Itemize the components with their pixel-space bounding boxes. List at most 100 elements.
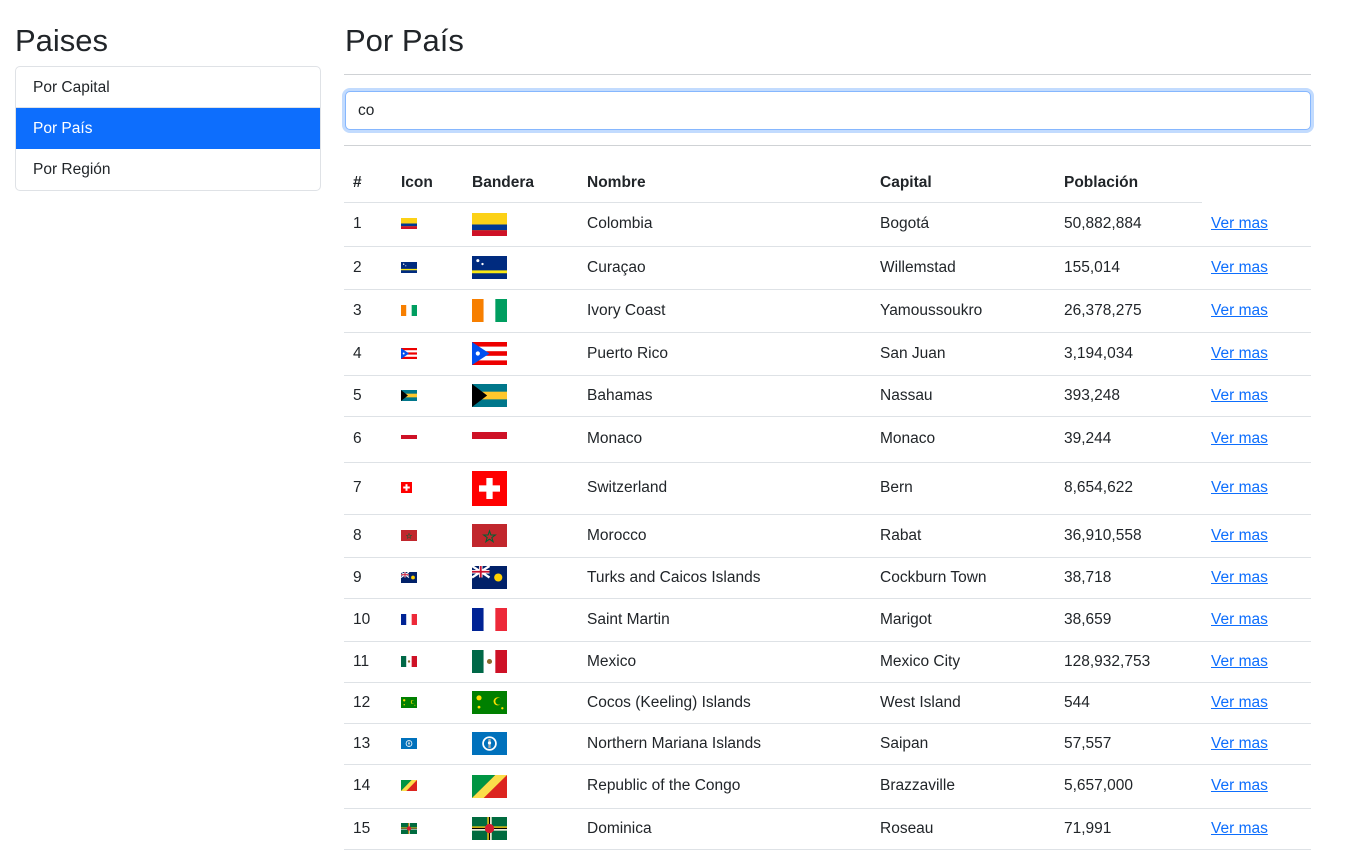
row-population: 50,882,884 — [1055, 202, 1202, 247]
row-population: 3,194,034 — [1055, 332, 1202, 376]
row-icon — [392, 332, 463, 376]
sidebar-item-por-pais[interactable]: Por País — [16, 108, 320, 149]
row-country-name: Monaco — [578, 416, 871, 463]
table-row: 11 Mexico Mexico City 128,932,753 Ver mas — [344, 641, 1311, 683]
row-flag — [463, 598, 578, 642]
table-row: 3 Ivory Coast Yamoussoukro 26,378,275 Ver ma… — [344, 289, 1311, 333]
cocos-flag-icon — [401, 696, 417, 708]
ivory-coast-flag-icon — [401, 304, 417, 316]
morocco-flag-icon — [401, 529, 417, 541]
row-flag — [463, 723, 578, 765]
divider-top — [344, 74, 1311, 75]
table-row: 1 Colombia Bogotá 50,882,884 Ver mas — [344, 202, 1311, 247]
row-population: 393,248 — [1055, 375, 1202, 417]
table-row: 13 Northern Mariana Islands Saipan 57,557 Ve… — [344, 723, 1311, 765]
table-row: 7 Switzerland Bern 8,654,622 Ver mas — [344, 462, 1311, 515]
row-population: 38,718 — [1055, 557, 1202, 599]
ver-mas-link[interactable]: Ver mas — [1211, 777, 1268, 794]
header-number: # — [344, 164, 392, 203]
row-capital: Bern — [871, 462, 1055, 515]
ver-mas-link[interactable]: Ver mas — [1211, 820, 1268, 837]
row-flag — [463, 641, 578, 683]
row-capital: Willemstad — [871, 246, 1055, 290]
ver-mas-link[interactable]: Ver mas — [1211, 569, 1268, 586]
row-flag — [463, 416, 578, 463]
row-action: Ver mas — [1202, 514, 1311, 558]
morocco-flag-image — [472, 524, 507, 547]
row-flag — [463, 375, 578, 417]
colombia-flag-image — [472, 212, 507, 236]
row-number: 10 — [344, 598, 392, 642]
ver-mas-link[interactable]: Ver mas — [1211, 345, 1268, 362]
row-number: 1 — [344, 202, 392, 247]
row-population: 36,910,558 — [1055, 514, 1202, 558]
row-action: Ver mas — [1202, 202, 1311, 247]
ver-mas-link[interactable]: Ver mas — [1211, 694, 1268, 711]
row-country-name: Ivory Coast — [578, 289, 871, 333]
ver-mas-link[interactable]: Ver mas — [1211, 653, 1268, 670]
row-number: 9 — [344, 557, 392, 599]
row-number: 6 — [344, 416, 392, 463]
ver-mas-link[interactable]: Ver mas — [1211, 387, 1268, 404]
table-row: 5 Bahamas Nassau 393,248 Ver mas — [344, 375, 1311, 417]
header-nombre: Nombre — [578, 164, 871, 203]
row-action: Ver mas — [1202, 557, 1311, 599]
ver-mas-link[interactable]: Ver mas — [1211, 259, 1268, 276]
table-row: 8 Morocco Rabat 36,910,558 Ver mas — [344, 514, 1311, 558]
row-number: 5 — [344, 375, 392, 417]
ver-mas-link[interactable]: Ver mas — [1211, 735, 1268, 752]
table-row: 15 Dominica Roseau 71,991 Ver mas — [344, 808, 1311, 850]
row-flag — [463, 202, 578, 247]
row-capital: Cockburn Town — [871, 557, 1055, 599]
dominica-flag-image — [472, 817, 507, 840]
divider-bottom — [344, 145, 1311, 146]
monaco-flag-icon — [401, 434, 417, 443]
row-action: Ver mas — [1202, 598, 1311, 642]
saint-martin-flag-image — [472, 608, 507, 631]
ver-mas-link[interactable]: Ver mas — [1211, 302, 1268, 319]
congo-flag-image — [472, 774, 507, 798]
header-bandera: Bandera — [463, 164, 578, 203]
row-country-name: Northern Mariana Islands — [578, 723, 871, 765]
row-population: 71,991 — [1055, 808, 1202, 850]
row-capital: Rabat — [871, 514, 1055, 558]
ver-mas-link[interactable]: Ver mas — [1211, 215, 1268, 232]
countries-table: # Icon Bandera Nombre Capital Población … — [344, 164, 1311, 850]
row-number: 14 — [344, 764, 392, 809]
ver-mas-link[interactable]: Ver mas — [1211, 430, 1268, 447]
cocos-flag-image — [472, 691, 507, 714]
row-action: Ver mas — [1202, 462, 1311, 515]
row-icon — [392, 723, 463, 765]
row-action: Ver mas — [1202, 289, 1311, 333]
sidebar-item-por-capital[interactable]: Por Capital — [16, 67, 320, 108]
row-population: 8,654,622 — [1055, 462, 1202, 515]
search-input[interactable] — [345, 91, 1311, 130]
ver-mas-link[interactable]: Ver mas — [1211, 527, 1268, 544]
row-icon — [392, 202, 463, 247]
mexico-flag-icon — [401, 655, 417, 667]
sidebar-item-por-region[interactable]: Por Región — [16, 149, 320, 190]
row-flag — [463, 682, 578, 724]
row-country-name: Bahamas — [578, 375, 871, 417]
ver-mas-link[interactable]: Ver mas — [1211, 479, 1268, 496]
row-country-name: Turks and Caicos Islands — [578, 557, 871, 599]
bahamas-flag-icon — [401, 389, 417, 401]
row-country-name: Puerto Rico — [578, 332, 871, 376]
row-capital: Mexico City — [871, 641, 1055, 683]
ver-mas-link[interactable]: Ver mas — [1211, 611, 1268, 628]
row-icon — [392, 557, 463, 599]
row-flag — [463, 332, 578, 376]
row-capital: San Juan — [871, 332, 1055, 376]
row-population: 38,659 — [1055, 598, 1202, 642]
table-header-row: # Icon Bandera Nombre Capital Población — [344, 164, 1311, 203]
row-icon — [392, 764, 463, 809]
table-row: 14 Republic of the Congo Brazzaville 5,657,… — [344, 764, 1311, 809]
row-country-name: Curaçao — [578, 246, 871, 290]
northern-mariana-flag-image — [472, 732, 507, 755]
row-population: 57,557 — [1055, 723, 1202, 765]
switzerland-flag-image — [472, 470, 507, 506]
row-country-name: Saint Martin — [578, 598, 871, 642]
table-row: 2 Curaçao Willemstad 155,014 Ver mas — [344, 246, 1311, 290]
row-action: Ver mas — [1202, 416, 1311, 463]
row-number: 2 — [344, 246, 392, 290]
